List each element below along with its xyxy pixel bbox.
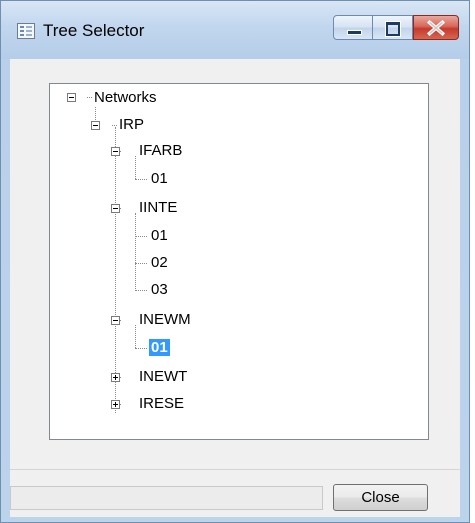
tree-node-irese[interactable]: IRESE [139, 394, 184, 414]
tree-node-label: INEWT [139, 368, 188, 385]
tree-node-label: IFARB [139, 142, 183, 159]
collapse-ifarb-icon[interactable] [111, 147, 120, 156]
tree-node-iinte-02[interactable]: 02 [151, 253, 168, 273]
tree-selector-window: Tree Selector Networks IRP IFARB 01 IINT… [0, 0, 470, 523]
tree-node-label: IRP [119, 116, 145, 133]
caption-buttons [333, 15, 459, 42]
tree-node-networks[interactable]: Networks [94, 88, 157, 108]
tree-node-label-selected: 01 [149, 339, 170, 356]
minimize-button[interactable] [333, 15, 373, 40]
tree-node-label: 02 [151, 254, 168, 271]
close-button[interactable]: Close [333, 484, 428, 511]
tree-node-label: 03 [151, 281, 168, 298]
collapse-networks-icon[interactable] [67, 93, 76, 102]
window-title: Tree Selector [43, 21, 145, 40]
status-panel [10, 486, 323, 510]
tree-line-inewm-child [135, 325, 136, 348]
tree-view[interactable]: Networks IRP IFARB 01 IINTE 01 02 03 INE… [49, 83, 429, 440]
tree-node-irp[interactable]: IRP [119, 115, 144, 135]
tree-node-label: INEWM [139, 311, 191, 328]
tree-line-iinte-03 [135, 290, 147, 291]
maximize-icon [385, 21, 401, 37]
tree-node-label: 01 [151, 227, 168, 244]
title-bar[interactable]: Tree Selector [1, 1, 469, 59]
tree-window-icon [17, 23, 35, 39]
expand-irese-icon[interactable] [111, 400, 120, 409]
tree-node-label: IINTE [139, 199, 178, 216]
tree-node-iinte[interactable]: IINTE [139, 198, 177, 218]
collapse-inewm-icon[interactable] [111, 316, 120, 325]
close-icon [426, 19, 446, 37]
tree-node-iinte-01[interactable]: 01 [151, 226, 168, 246]
tree-line-networks-h [87, 97, 92, 98]
tree-node-ifarb-01[interactable]: 01 [151, 169, 168, 189]
collapse-irp-icon[interactable] [91, 121, 100, 130]
tree-node-label: Networks [94, 89, 157, 106]
tree-line-iinte-02 [135, 263, 147, 264]
tree-line-iinte-children [135, 213, 136, 291]
tree-line-ifarb-01 [135, 179, 147, 180]
tree-node-inewm[interactable]: INEWM [139, 310, 191, 330]
tree-node-label: IRESE [139, 395, 185, 412]
dialog-footer: Close [10, 469, 460, 518]
tree-node-label: 01 [151, 170, 168, 187]
expand-inewt-icon[interactable] [111, 373, 120, 382]
maximize-button[interactable] [373, 15, 413, 40]
tree-node-inewt[interactable]: INEWT [139, 367, 187, 387]
tree-node-iinte-03[interactable]: 03 [151, 280, 168, 300]
tree-line-iinte-01 [135, 236, 147, 237]
close-window-button[interactable] [413, 15, 459, 40]
tree-line-irp [115, 127, 116, 413]
tree-node-inewm-01[interactable]: 01 [149, 338, 170, 358]
tree-line-inewm-01 [135, 348, 147, 349]
dialog-client-area: Networks IRP IFARB 01 IINTE 01 02 03 INE… [10, 59, 460, 517]
minimize-icon [347, 30, 362, 35]
tree-line-ifarb-child [135, 156, 136, 179]
tree-node-ifarb[interactable]: IFARB [139, 141, 182, 161]
tree-line-irp-h [112, 125, 117, 126]
collapse-iinte-icon[interactable] [111, 204, 120, 213]
